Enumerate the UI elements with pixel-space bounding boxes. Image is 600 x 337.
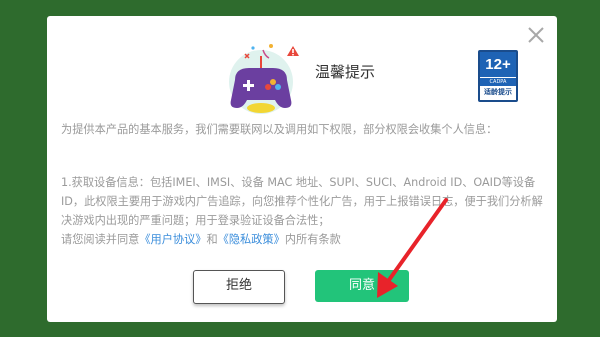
age-rating-badge: 12+ CADPA 适龄提示 (478, 50, 518, 102)
consent-and: 和 (206, 233, 218, 246)
close-icon[interactable] (525, 24, 547, 46)
agree-button[interactable]: 同意 (315, 270, 409, 302)
consent-suffix: 内所有条款 (284, 233, 341, 246)
privacy-policy-link[interactable]: 《隐私政策》 (218, 233, 285, 246)
dialog-title: 温馨提示 (315, 63, 376, 81)
age-rating-label: 适龄提示 (484, 88, 512, 96)
user-agreement-link[interactable]: 《用户协议》 (139, 233, 206, 246)
permission-dialog: 温馨提示 12+ CADPA 适龄提示 为提供本产品的基本服务，我们需要联网以及… (47, 16, 557, 322)
intro-text: 为提供本产品的基本服务，我们需要联网以及调用如下权限，部分权限会收集个人信息： (61, 123, 498, 136)
age-rating-org: CADPA (480, 77, 516, 86)
permission-item-1: 1.获取设备信息：包括IMEI、IMSI、设备 MAC 地址、SUPI、SUCI… (61, 173, 543, 249)
permission-item-1-text: 1.获取设备信息：包括IMEI、IMSI、设备 MAC 地址、SUPI、SUCI… (61, 176, 543, 227)
age-rating-number: 12+ (480, 52, 516, 77)
refuse-button[interactable]: 拒绝 (193, 270, 285, 304)
gamepad-icon (223, 36, 309, 122)
consent-prefix: 请您阅读并同意 (61, 233, 140, 246)
